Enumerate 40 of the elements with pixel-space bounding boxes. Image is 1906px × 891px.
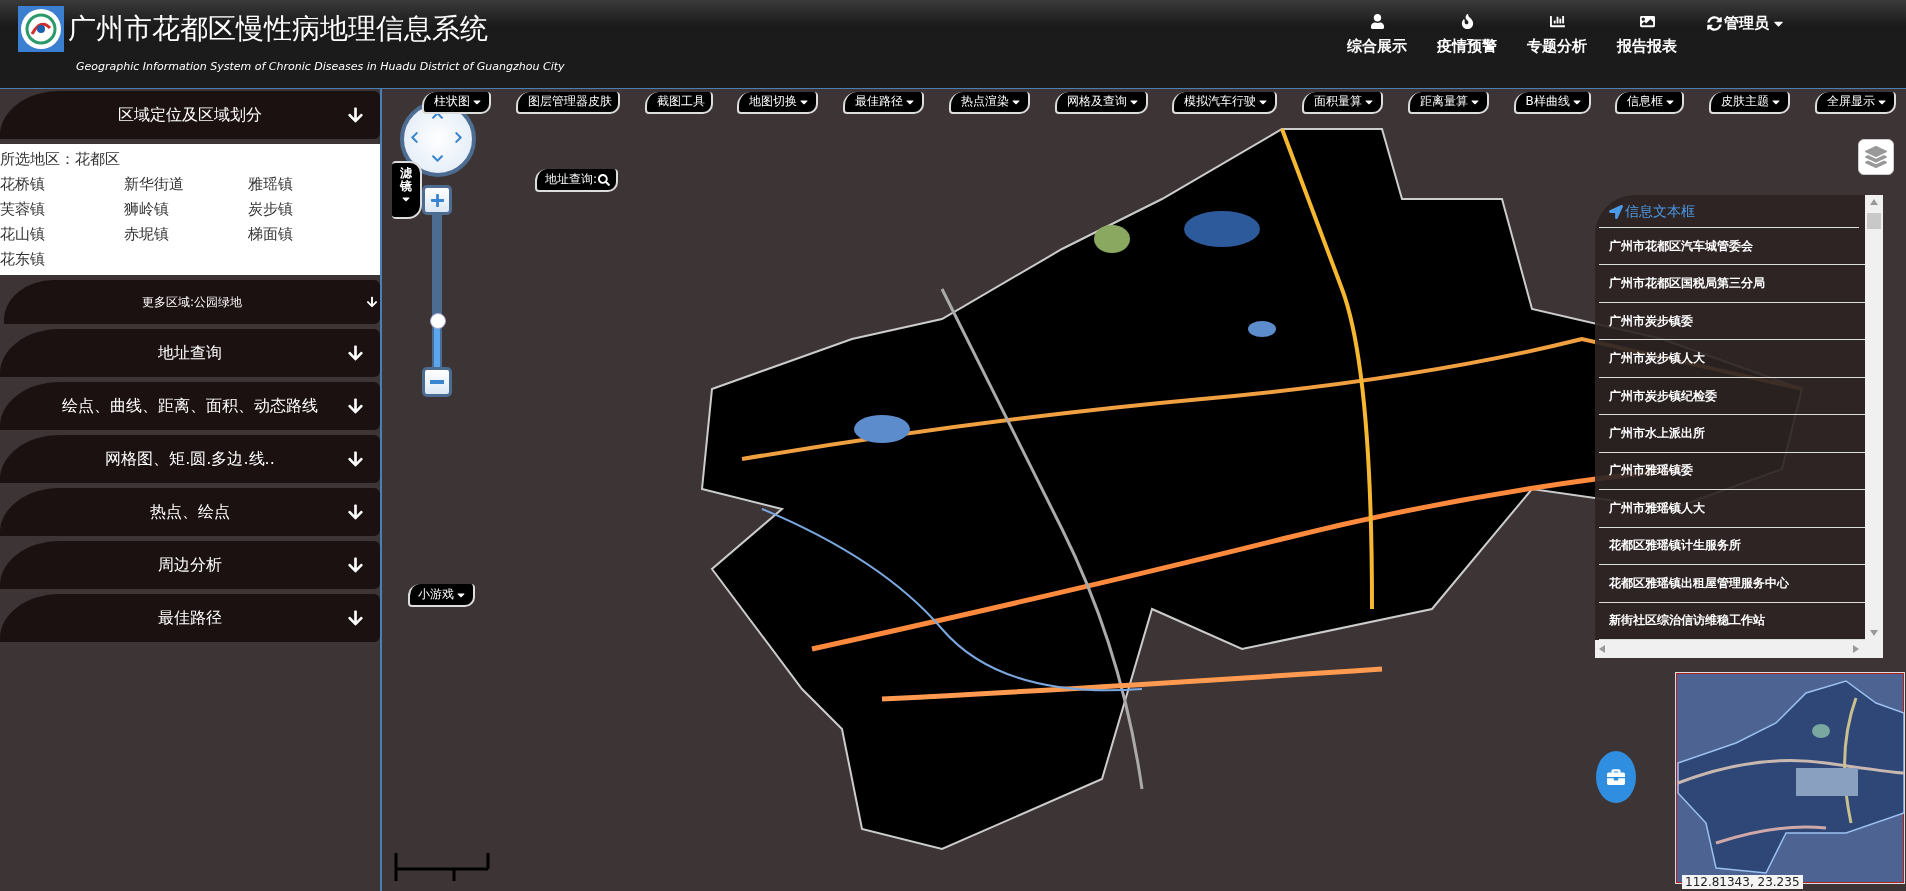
town-link[interactable]: 花桥镇 — [0, 175, 124, 194]
flame-icon — [1459, 14, 1475, 29]
town-link[interactable]: 梯面镇 — [248, 225, 372, 244]
refresh-icon — [1707, 16, 1722, 31]
town-link[interactable]: 新华街道 — [124, 175, 248, 194]
accordion-header[interactable]: 绘点、曲线、距离、面积、动态路线 — [0, 382, 380, 430]
image-icon — [1639, 14, 1655, 29]
selected-area-text: 所选地区：花都区 — [0, 150, 121, 170]
bar-chart-icon — [1549, 14, 1565, 29]
arrow-down-icon — [347, 106, 364, 124]
arrow-down-icon — [347, 503, 364, 521]
accordion-header[interactable]: 热点、绘点 — [0, 488, 380, 536]
town-link[interactable]: 赤坭镇 — [124, 225, 248, 244]
town-link[interactable]: 花东镇 — [0, 250, 124, 269]
app-subtitle: Geographic Information System of Chronic Diseases in Huadu District of Guangzhou City — [76, 60, 566, 73]
arrow-down-icon — [347, 344, 364, 362]
arrow-down-icon — [347, 609, 364, 627]
accordion-header[interactable]: 区域定位及区域划分 — [0, 91, 380, 139]
nav-item[interactable]: 报告报表 — [1617, 14, 1677, 56]
nav-item[interactable]: 疫情预警 — [1437, 14, 1497, 56]
town-link[interactable]: 炭步镇 — [248, 200, 372, 219]
nav-item[interactable]: 专题分析 — [1527, 14, 1587, 56]
accordion-header[interactable]: 网格图、矩.圆.多边.线.. — [0, 435, 380, 483]
town-link[interactable]: 雅瑶镇 — [248, 175, 372, 194]
town-link[interactable]: 芙蓉镇 — [0, 200, 124, 219]
town-link[interactable]: 狮岭镇 — [124, 200, 248, 219]
arrow-down-icon — [366, 296, 378, 308]
arrow-down-icon — [347, 450, 364, 468]
arrow-down-icon — [347, 556, 364, 574]
app-title: 广州市花都区慢性病地理信息系统 — [68, 11, 488, 47]
accordion-header[interactable]: 周边分析 — [0, 541, 380, 589]
nav-item[interactable]: 综合展示 — [1347, 14, 1407, 56]
accordion-header[interactable]: 地址查询 — [0, 329, 380, 377]
town-link[interactable]: 花山镇 — [0, 225, 124, 244]
accordion-subheader[interactable]: 更多区域:公园绿地 — [4, 280, 380, 324]
user-menu[interactable]: 管理员 — [1707, 14, 1786, 33]
arrow-down-icon — [347, 397, 364, 415]
logo-icon — [18, 6, 64, 52]
accordion-header[interactable]: 最佳路径 — [0, 594, 380, 642]
user-icon — [1369, 14, 1385, 29]
